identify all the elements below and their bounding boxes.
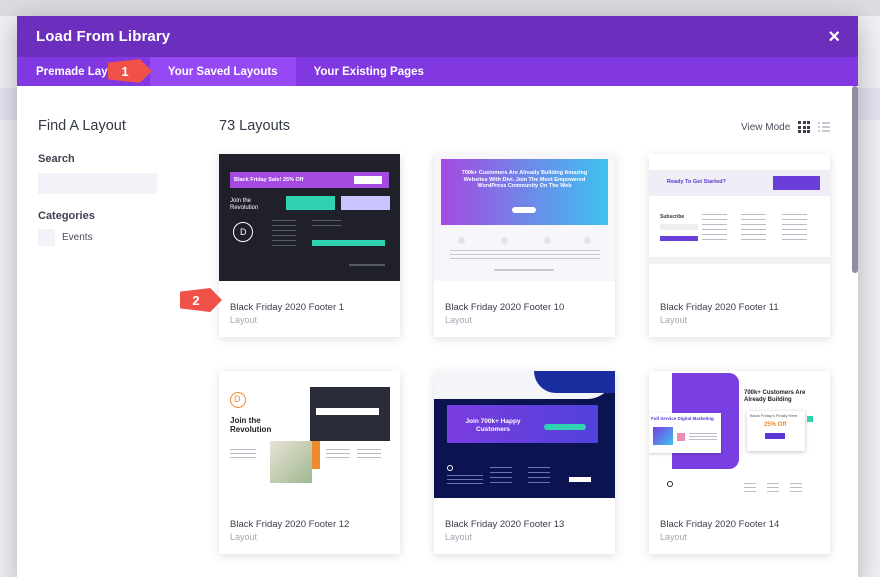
thumb-text: Subscribe: [660, 214, 685, 220]
layout-card[interactable]: Ready To Get Started? Subscribe Black Fr…: [649, 154, 830, 337]
layout-name: Black Friday 2020 Footer 10: [445, 302, 565, 313]
find-layout-title: Find A Layout: [38, 118, 126, 134]
categories-label: Categories: [38, 210, 95, 222]
thumb-text: Ready To Get Started?: [667, 179, 726, 185]
search-label: Search: [38, 153, 75, 165]
tab-your-existing-pages[interactable]: Your Existing Pages: [296, 57, 442, 86]
thumb-text: 700k+ Customers Are Already Building Ama…: [461, 170, 588, 190]
layout-name: Black Friday 2020 Footer 12: [230, 519, 350, 530]
layout-name: Black Friday 2020 Footer 14: [660, 519, 780, 530]
layout-thumbnail: 700k+ Customers Are Already Building Ama…: [434, 154, 615, 281]
thumb-text: Black Friday Sale! 25% Off: [234, 177, 304, 183]
layout-type: Layout: [230, 532, 258, 542]
tab-your-saved-layouts[interactable]: Your Saved Layouts: [149, 57, 296, 86]
layout-type: Layout: [230, 315, 258, 325]
layout-type: Layout: [660, 315, 688, 325]
layout-name: Black Friday 2020 Footer 13: [445, 519, 565, 530]
layout-thumbnail: D Join the Revolution: [219, 371, 400, 498]
layout-card[interactable]: Join 700k+ Happy Customers Black Friday …: [434, 371, 615, 554]
view-mode-label: View Mode: [741, 121, 791, 133]
list-view-icon[interactable]: [818, 122, 831, 132]
layout-thumbnail: Join 700k+ Happy Customers: [434, 371, 615, 498]
grid-view-icon[interactable]: [798, 121, 811, 133]
search-input[interactable]: [38, 173, 157, 194]
layout-card[interactable]: 700k+ Customers Are Already Building Ama…: [434, 154, 615, 337]
layout-thumbnail: Black Friday Sale! 25% Off Join the Revo…: [219, 154, 400, 281]
layout-name: Black Friday 2020 Footer 1: [230, 302, 345, 313]
view-mode: View Mode: [741, 121, 831, 133]
layout-card[interactable]: Black Friday Sale! 25% Off Join the Revo…: [219, 154, 400, 337]
layout-thumbnail: Full Service Digital Marketing 700k+ Cus…: [649, 371, 830, 498]
modal-content: Find A Layout Search Categories Events 7…: [17, 86, 858, 577]
modal-header: Load From Library ×: [17, 16, 858, 57]
category-label: Events: [62, 232, 93, 243]
modal-title: Load From Library: [36, 28, 171, 45]
category-events[interactable]: Events: [38, 229, 93, 246]
layout-type: Layout: [445, 315, 473, 325]
thumb-text: Full Service Digital Marketing: [651, 416, 714, 421]
thumb-text: Join 700k+ Happy Customers: [465, 418, 521, 433]
layout-name: Black Friday 2020 Footer 11: [660, 302, 779, 313]
layout-type: Layout: [445, 532, 473, 542]
layout-card[interactable]: Full Service Digital Marketing 700k+ Cus…: [649, 371, 830, 554]
layouts-count: 73 Layouts: [219, 118, 290, 134]
thumb-text: Black Friday's Finally Here: [750, 413, 798, 418]
scrollbar[interactable]: [852, 86, 858, 273]
close-icon[interactable]: ×: [828, 27, 840, 47]
thumb-text: 700k+ Customers Are Already Building: [744, 390, 806, 404]
library-modal: Load From Library × Premade Layouts Your…: [17, 16, 858, 577]
layout-card[interactable]: D Join the Revolution Black Friday 2020 …: [219, 371, 400, 554]
thumb-text: Join the Revolution: [230, 198, 259, 212]
background-topbar: [0, 0, 880, 16]
layout-thumbnail: Ready To Get Started? Subscribe: [649, 154, 830, 281]
thumb-text: 25% Off: [764, 422, 787, 428]
thumb-text: Join the Revolution: [230, 416, 272, 435]
category-checkbox[interactable]: [38, 229, 55, 246]
layout-type: Layout: [660, 532, 688, 542]
